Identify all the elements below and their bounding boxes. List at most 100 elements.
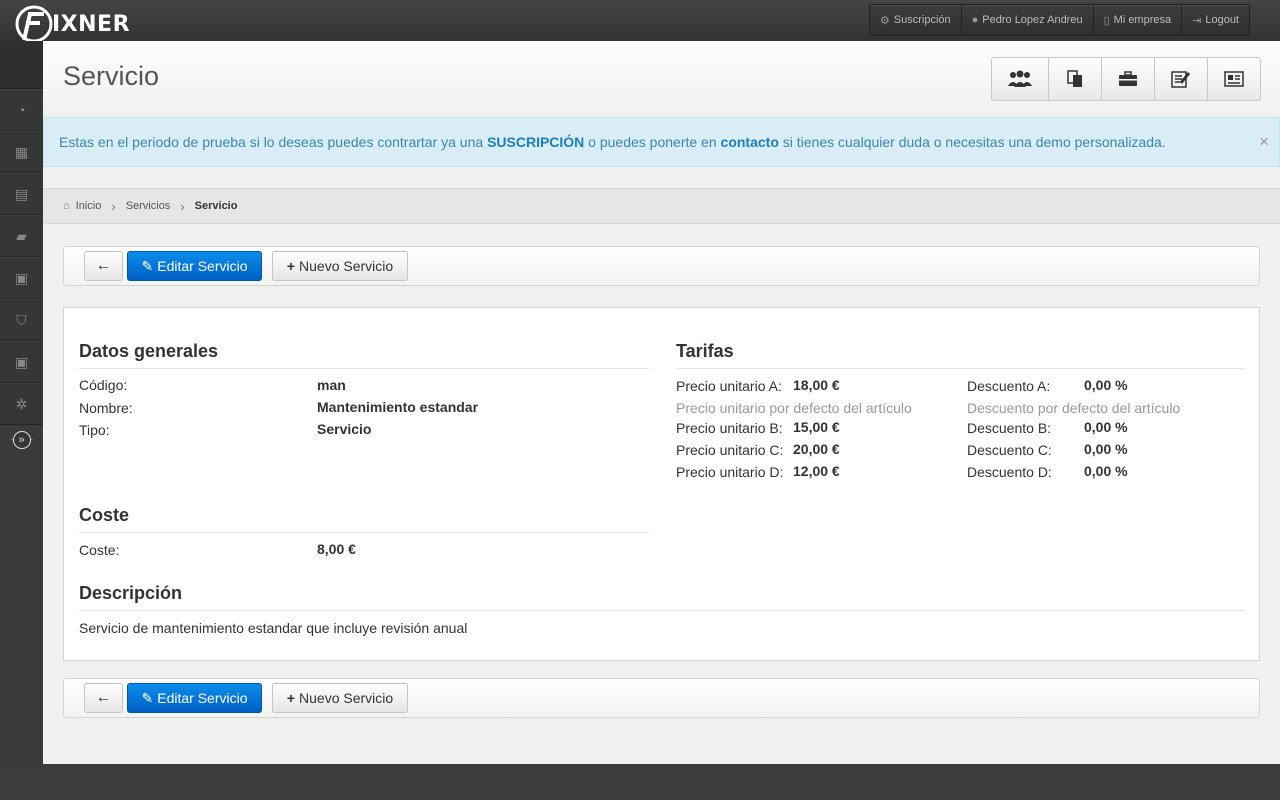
edit-service-label: Editar Servicio (157, 690, 248, 706)
edit-icon: ✎ (141, 257, 154, 274)
edit-service-label: Editar Servicio (157, 258, 248, 274)
contact-alert-link[interactable]: contacto (721, 134, 779, 150)
logout-label: Logout (1205, 14, 1239, 26)
contact-card-icon (1224, 71, 1244, 87)
price-c-value: 20,00 € (793, 441, 840, 457)
top-nav: ⚙ Suscripción ● Pedro Lopez Andreu ▯ Mi emp… (868, 4, 1250, 36)
type-value: Servicio (317, 421, 372, 437)
new-service-button[interactable]: + Nuevo Servicio (272, 683, 408, 713)
folder-icon: ▰ (16, 227, 27, 244)
edit-service-button[interactable]: ✎ Editar Servicio (127, 251, 262, 281)
quick-contact-button[interactable] (1208, 57, 1261, 101)
logo-mark-icon (15, 5, 53, 43)
sidebar-item-settings[interactable]: ✲ (0, 383, 43, 425)
discount-c-value: 0,00 % (1084, 441, 1128, 457)
rates-section-title: Tarifas (676, 341, 1245, 369)
sidebar-item-money[interactable]: ▣ (0, 257, 43, 299)
discount-d-label: Descuento D: (967, 464, 1052, 480)
edit-icon: ✎ (141, 689, 154, 706)
sidebar-collapse-toggle[interactable]: » (0, 425, 43, 455)
breadcrumb: ⌂ Inicio › Servicios › Servicio (43, 188, 1280, 224)
quick-documents-button[interactable] (1049, 57, 1102, 101)
logo[interactable]: IXNER (14, 4, 130, 44)
cart-icon: ⛉ (16, 311, 27, 328)
sidebar-item-cart[interactable]: ⛉ (0, 299, 43, 341)
cost-section-title: Coste (79, 505, 649, 533)
home-icon: ⌂ (63, 200, 70, 212)
briefcase-icon (1119, 71, 1137, 86)
user-name: Pedro Lopez Andreu (982, 14, 1083, 26)
arrow-left-icon: ← (95, 257, 112, 274)
footer-band (0, 764, 1280, 800)
service-detail-panel: Datos generales Código: man Nombre: Mant… (63, 307, 1260, 661)
sidebar-top (0, 41, 43, 89)
price-b-label: Precio unitario B: (676, 420, 783, 436)
discount-a-label: Descuento A: (967, 378, 1051, 394)
chevron-right-icon: › (111, 198, 116, 214)
company-link[interactable]: ▯ Mi empresa (1093, 4, 1183, 36)
building-icon: ▯ (1103, 14, 1110, 27)
documents-icon (1067, 70, 1082, 87)
code-label: Código: (79, 377, 128, 393)
plus-icon: + (286, 258, 296, 274)
sidebar-item-money-2[interactable]: ▣ (0, 341, 43, 383)
description-section-title: Descripción (79, 583, 1245, 611)
price-default-note: Precio unitario por defecto del artículo (676, 400, 912, 416)
code-value: man (317, 377, 346, 393)
page-title: Servicio (63, 61, 160, 91)
user-link[interactable]: ● Pedro Lopez Andreu (961, 4, 1094, 36)
group-icon (1008, 70, 1032, 87)
subscription-alert-link[interactable]: SUSCRIPCIÓN (487, 134, 584, 150)
discount-d-value: 0,00 % (1084, 463, 1128, 479)
calendar-icon: ▦ (14, 143, 29, 160)
sidebar-item-dashboard[interactable]: ◔ (0, 89, 43, 131)
edit-note-icon (1171, 71, 1191, 88)
actions-toolbar-bottom: ← ✎ Editar Servicio + Nuevo Servicio (63, 678, 1260, 718)
breadcrumb-current: Servicio (194, 200, 238, 212)
name-label: Nombre: (79, 400, 133, 416)
description-text: Servicio de mantenimiento estandar que i… (79, 620, 468, 636)
alert-text-2: o puedes ponerte en (584, 134, 721, 150)
quick-briefcase-button[interactable] (1102, 57, 1155, 101)
subscription-link[interactable]: ⚙ Suscripción (868, 4, 962, 36)
quick-actions (991, 57, 1261, 101)
price-d-label: Precio unitario D: (676, 464, 784, 480)
gear-icon: ⚙ (879, 14, 890, 27)
edit-service-button[interactable]: ✎ Editar Servicio (127, 683, 262, 713)
quick-clients-button[interactable] (991, 57, 1049, 101)
sidebar-item-calendar[interactable]: ▦ (0, 131, 43, 173)
price-a-value: 18,00 € (793, 377, 840, 393)
price-b-value: 15,00 € (793, 419, 840, 435)
cost-label: Coste: (79, 542, 120, 558)
name-value: Mantenimiento estandar (317, 399, 479, 415)
money-icon: ▣ (14, 269, 29, 286)
top-bar: IXNER ⚙ Suscripción ● Pedro Lopez Andreu ▯… (0, 0, 1280, 44)
close-icon[interactable]: × (1259, 132, 1269, 152)
logout-link[interactable]: ⇥ Logout (1182, 4, 1250, 36)
money-icon-2: ▣ (14, 353, 29, 370)
chevron-right-icon: › (180, 198, 185, 214)
breadcrumb-services[interactable]: Servicios (126, 200, 171, 212)
sidebar-item-folder[interactable]: ▰ (0, 215, 43, 257)
back-button[interactable]: ← (84, 683, 123, 713)
price-c-label: Precio unitario C: (676, 442, 784, 458)
company-label: Mi empresa (1113, 14, 1172, 26)
page-header: Servicio (43, 41, 1280, 117)
discount-b-label: Descuento B: (967, 420, 1052, 436)
plus-icon: + (286, 690, 296, 706)
price-d-value: 12,00 € (793, 463, 840, 479)
price-a-label: Precio unitario A: (676, 378, 782, 394)
back-button[interactable]: ← (84, 251, 123, 281)
list-icon: ▤ (14, 185, 29, 202)
discount-default-note: Descuento por defecto del artículo (967, 400, 1181, 416)
discount-b-value: 0,00 % (1084, 419, 1128, 435)
logo-text: IXNER (52, 11, 131, 37)
dashboard-icon: ◔ (17, 102, 26, 118)
subscription-label: Suscripción (893, 14, 951, 26)
quick-edit-button[interactable] (1155, 57, 1208, 101)
settings-icon: ✲ (15, 395, 28, 412)
breadcrumb-home[interactable]: Inicio (76, 200, 102, 212)
main-content: Servicio Estas en el periodo de prueba s… (43, 41, 1280, 764)
sidebar-item-list[interactable]: ▤ (0, 173, 43, 215)
new-service-button[interactable]: + Nuevo Servicio (272, 251, 408, 281)
